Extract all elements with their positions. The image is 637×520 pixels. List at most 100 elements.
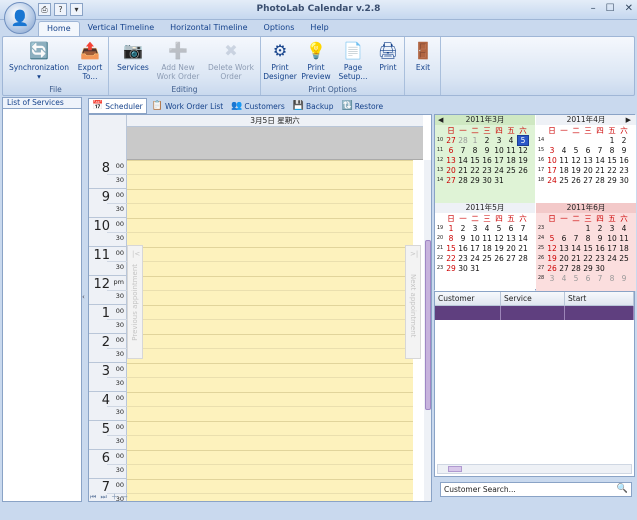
calendar-day[interactable]: 2 (594, 224, 606, 233)
calendar-day[interactable]: 10 (469, 234, 481, 243)
time-slot-grid[interactable] (127, 160, 413, 501)
calendar-day[interactable]: 5 (570, 146, 582, 155)
binoculars-icon[interactable]: 🔍 (617, 483, 628, 496)
next-appointment-button[interactable]: >| Next appointment (405, 245, 421, 359)
calendar-day[interactable]: 30 (481, 176, 493, 185)
calendar-day[interactable]: 11 (481, 234, 493, 243)
calendar-day[interactable]: 27 (505, 254, 517, 263)
calendar-day[interactable]: 4 (505, 136, 517, 145)
calendar-day[interactable]: 7 (570, 234, 582, 243)
calendar-day[interactable]: 23 (618, 166, 630, 175)
calendar-day[interactable]: 12 (546, 244, 558, 253)
calendar-day[interactable]: 6 (445, 146, 457, 155)
calendar-day[interactable]: 3 (469, 224, 481, 233)
calendar-day[interactable]: 26 (517, 166, 529, 175)
calendar-day[interactable]: 4 (558, 274, 570, 283)
calendar-day[interactable]: 14 (594, 156, 606, 165)
tab-vertical-timeline[interactable]: Vertical Timeline (80, 21, 163, 36)
calendar-day[interactable]: 30 (618, 176, 630, 185)
synchronization-button[interactable]: 🔄 Synchronization ▾ (7, 39, 71, 81)
next-month-icon[interactable]: ▶ (626, 116, 631, 124)
calendar-day[interactable]: 29 (469, 176, 481, 185)
calendar-day[interactable]: 17 (546, 166, 558, 175)
calendar-day[interactable]: 6 (582, 146, 594, 155)
tab-home[interactable]: Home (38, 21, 80, 36)
calendar-day[interactable]: 14 (517, 234, 529, 243)
calendar-day[interactable]: 24 (606, 254, 618, 263)
calendar-day[interactable]: 14 (457, 156, 469, 165)
tab-backup[interactable]: 💾 Backup (290, 98, 337, 114)
calendar-day[interactable]: 22 (469, 166, 481, 175)
close-icon[interactable]: ✕ (625, 3, 633, 14)
calendar-day[interactable]: 9 (618, 274, 630, 283)
calendar-day[interactable]: 4 (618, 224, 630, 233)
tab-options[interactable]: Options (256, 21, 303, 36)
calendar-day[interactable]: 28 (594, 176, 606, 185)
calendar-day[interactable]: 1 (445, 224, 457, 233)
calendar-day[interactable]: 25 (505, 166, 517, 175)
calendar-day[interactable]: 28 (570, 264, 582, 273)
calendar-day[interactable]: 17 (469, 244, 481, 253)
delete-work-order-button[interactable]: ✖ Delete Work Order (203, 39, 259, 81)
calendar-day[interactable]: 3 (606, 224, 618, 233)
calendar-day[interactable]: 26 (546, 264, 558, 273)
app-menu-button[interactable]: 👤 (4, 2, 36, 34)
page-setup-button[interactable]: 📄 Page Setup... (335, 39, 371, 81)
calendar-day[interactable]: 27 (582, 176, 594, 185)
calendar-day[interactable]: 9 (618, 146, 630, 155)
calendar-day[interactable]: 7 (594, 274, 606, 283)
calendar-day[interactable]: 9 (457, 234, 469, 243)
calendar-day[interactable]: 12 (493, 234, 505, 243)
calendar-day[interactable]: 1 (469, 136, 481, 145)
calendar-day[interactable]: 15 (582, 244, 594, 253)
calendar-day[interactable]: 7 (517, 224, 529, 233)
calendar-day[interactable]: 29 (582, 264, 594, 273)
prev-month-icon[interactable]: ◀ (438, 116, 443, 124)
calendar-day[interactable]: 11 (558, 156, 570, 165)
calendar-day[interactable]: 25 (558, 176, 570, 185)
calendar-day[interactable]: 3 (546, 274, 558, 283)
calendar-day[interactable]: 18 (505, 156, 517, 165)
calendar-day[interactable]: 6 (505, 224, 517, 233)
calendar-day[interactable]: 24 (469, 254, 481, 263)
calendar-day[interactable]: 27 (558, 264, 570, 273)
calendar-day[interactable]: 7 (457, 146, 469, 155)
calendar-day[interactable]: 5 (546, 234, 558, 243)
calendar-day[interactable]: 29 (606, 176, 618, 185)
calendar-day[interactable]: 14 (570, 244, 582, 253)
calendar-day[interactable]: 16 (457, 244, 469, 253)
calendar-day[interactable]: 12 (517, 146, 529, 155)
calendar-day[interactable]: 4 (558, 146, 570, 155)
maximize-icon[interactable]: ☐ (606, 3, 615, 14)
column-header-start[interactable]: Start (565, 292, 634, 305)
calendar-day[interactable]: 20 (445, 166, 457, 175)
calendar-day[interactable]: 21 (594, 166, 606, 175)
tab-horizontal-timeline[interactable]: Horizontal Timeline (162, 21, 255, 36)
panel-splitter[interactable]: ‹ (82, 97, 87, 502)
calendar-day[interactable]: 5 (493, 224, 505, 233)
calendar-day[interactable]: 6 (558, 234, 570, 243)
previous-appointment-button[interactable]: |< Previous appointment (127, 245, 143, 359)
calendar-day[interactable]: 23 (457, 254, 469, 263)
calendar-day[interactable]: 16 (618, 156, 630, 165)
table-row[interactable] (435, 306, 634, 320)
calendar-day[interactable]: 18 (558, 166, 570, 175)
export-button[interactable]: 📤 Export To... (73, 39, 107, 81)
calendar-day[interactable]: 5 (570, 274, 582, 283)
calendar-day[interactable]: 30 (594, 264, 606, 273)
calendar-day[interactable]: 8 (582, 234, 594, 243)
print-designer-button[interactable]: ⚙ Print Designer (263, 39, 297, 81)
scroll-thumb[interactable] (448, 466, 462, 472)
calendar-day[interactable]: 25 (618, 254, 630, 263)
calendar-day[interactable]: 26 (570, 176, 582, 185)
calendar-day[interactable]: 19 (570, 166, 582, 175)
calendar-day[interactable]: 1 (606, 136, 618, 145)
calendar-day[interactable]: 8 (606, 274, 618, 283)
calendar-day[interactable]: 2 (618, 136, 630, 145)
navigator-bar[interactable]: ⏮ ⏭ ＋ − (88, 492, 432, 502)
calendar-day[interactable]: 5 (517, 134, 529, 146)
calendar-day[interactable]: 13 (582, 156, 594, 165)
calendar-day[interactable]: 23 (481, 166, 493, 175)
calendar-day[interactable]: 28 (457, 176, 469, 185)
customer-search-input[interactable]: Customer Search... 🔍 (440, 482, 632, 497)
